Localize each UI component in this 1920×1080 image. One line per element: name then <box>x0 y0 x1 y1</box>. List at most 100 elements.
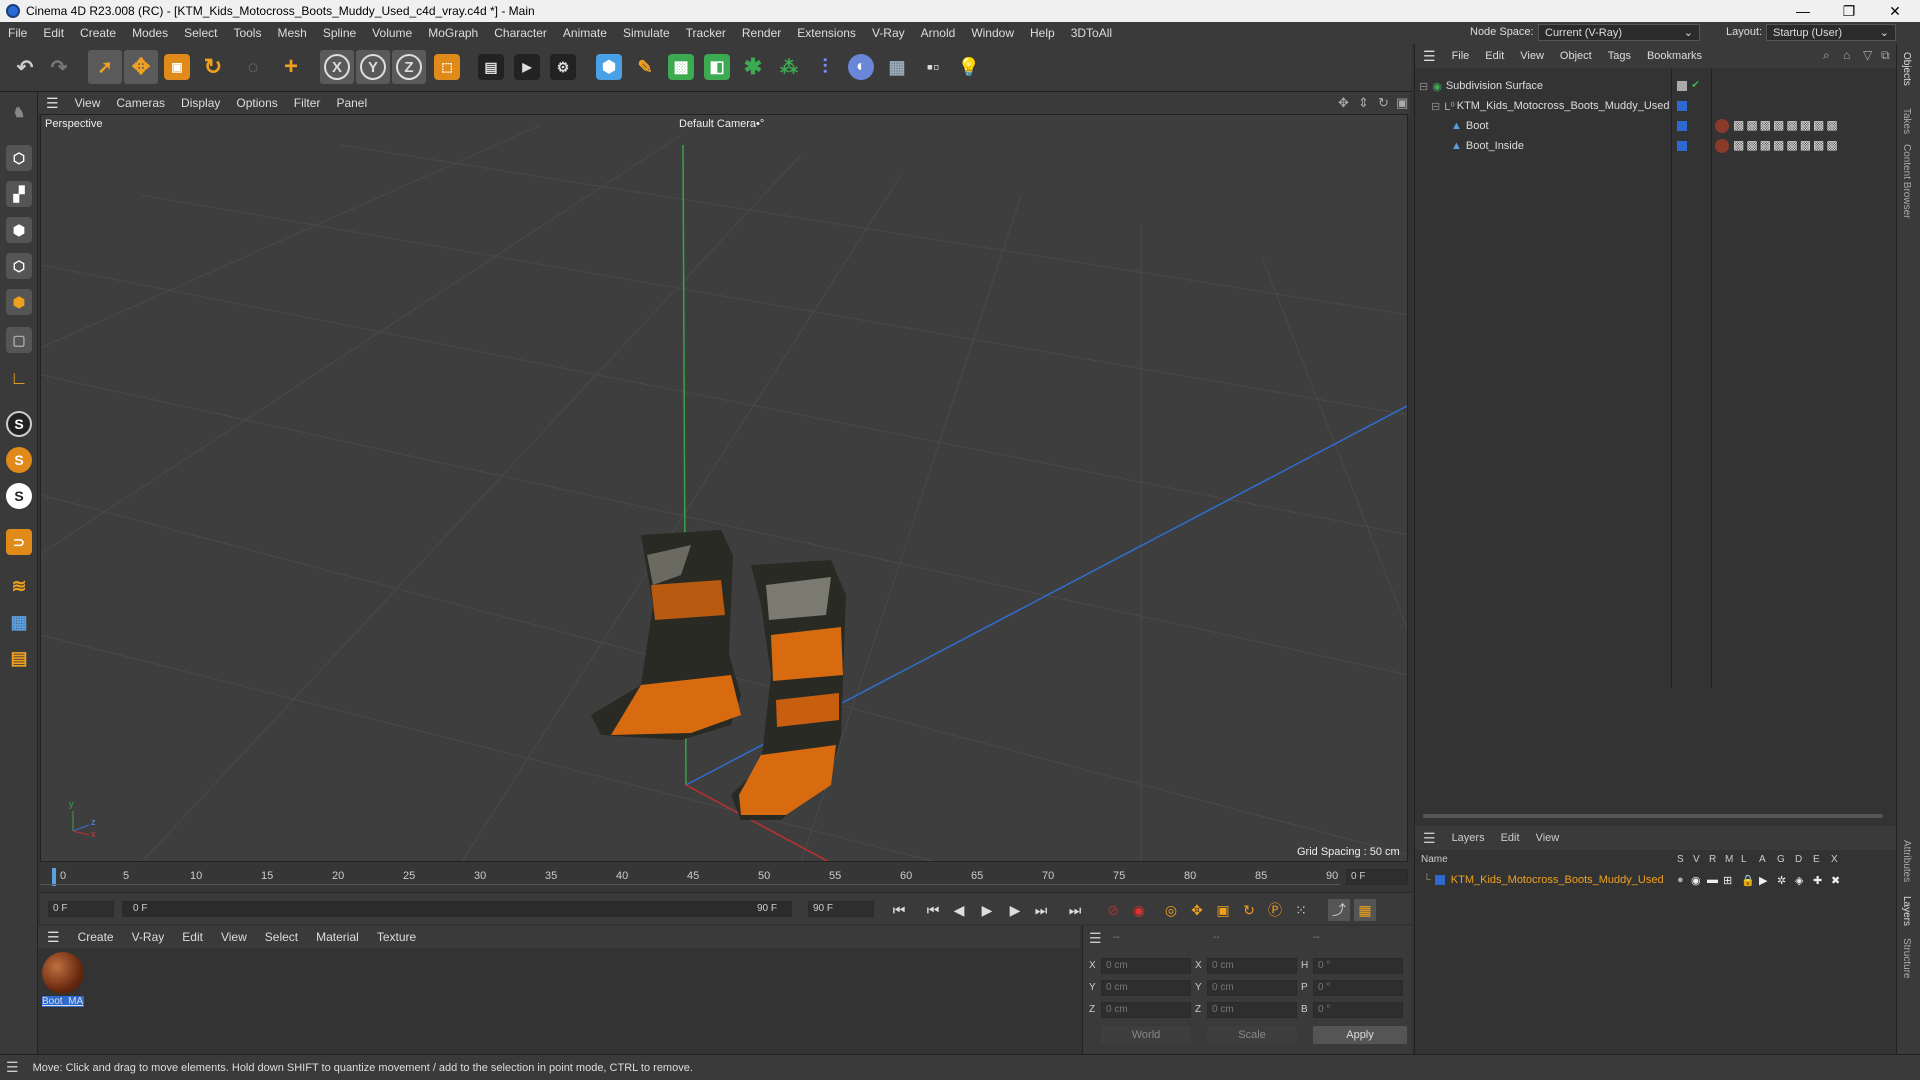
menu-tracker[interactable]: Tracker <box>678 26 734 40</box>
end-frame-field[interactable]: 90 F <box>808 901 874 917</box>
key-parameter-button[interactable]: Ⓟ <box>1264 899 1286 921</box>
render-picture-viewer-button[interactable]: ▶ <box>510 50 544 84</box>
tab-objects[interactable]: Objects <box>1901 52 1912 86</box>
menu-spline[interactable]: Spline <box>315 26 364 40</box>
tab-attributes[interactable]: Attributes <box>1901 840 1912 882</box>
autokey-button[interactable]: ◉ <box>1128 899 1150 921</box>
menu-mograph[interactable]: MoGraph <box>420 26 486 40</box>
viewport-menu-display[interactable]: Display <box>173 96 228 110</box>
scale-tool-button[interactable]: ▣ <box>160 50 194 84</box>
hamburger-icon[interactable]: ☰ <box>38 95 67 112</box>
rot-h-field[interactable]: 0 ° <box>1313 958 1403 974</box>
redo-button[interactable]: ↷ <box>42 50 76 84</box>
undo-button[interactable]: ↶ <box>8 50 42 84</box>
menu-file[interactable]: File <box>0 26 35 40</box>
prev-frame-button[interactable]: ◀ <box>948 899 970 921</box>
xrefs-icon[interactable]: ✖ <box>1831 874 1840 887</box>
hamburger-icon[interactable]: ☰ <box>1415 48 1444 65</box>
viewport-menu-panel[interactable]: Panel <box>328 96 375 110</box>
menu-help[interactable]: Help <box>1022 26 1063 40</box>
snap-mode-button[interactable]: S <box>3 480 35 512</box>
start-frame-field[interactable]: 0 F <box>48 901 114 917</box>
collapse-icon[interactable]: ⊟ <box>1419 80 1428 93</box>
pos-x-field[interactable]: 0 cm <box>1101 958 1191 974</box>
horizontal-scrollbar[interactable] <box>1423 814 1883 818</box>
menu-volume[interactable]: Volume <box>364 26 420 40</box>
home-icon[interactable]: ⌂ <box>1843 48 1850 62</box>
menu-modes[interactable]: Modes <box>124 26 176 40</box>
menu-render[interactable]: Render <box>734 26 789 40</box>
paint-grid-button[interactable]: ▤ <box>3 642 35 674</box>
material-menu-vray[interactable]: V-Ray <box>123 930 174 944</box>
tab-content-browser[interactable]: Content Browser <box>1901 144 1912 218</box>
coordinate-system-dropdown[interactable]: World <box>1101 1026 1191 1044</box>
layer-color-icon[interactable] <box>1434 875 1445 885</box>
object-row-boot-inside[interactable]: ▲ Boot_Inside ▩▩▩▩▩▩▩▩ <box>1415 136 1897 156</box>
material-menu-create[interactable]: Create <box>69 930 123 944</box>
frame-range-slider[interactable]: 0 F 90 F <box>122 901 792 917</box>
hamburger-icon[interactable]: ☰ <box>6 1059 19 1076</box>
camera-button[interactable]: ▪▫ <box>916 50 950 84</box>
edge-mode-button[interactable]: ⬡ <box>3 250 35 282</box>
motion-system-button[interactable]: ⤴ <box>1328 899 1350 921</box>
viewport-maximize-icon[interactable]: ▣ <box>1396 95 1408 111</box>
menu-mesh[interactable]: Mesh <box>269 26 314 40</box>
menu-select[interactable]: Select <box>176 26 225 40</box>
viewport-zoom-icon[interactable]: ⇕ <box>1358 95 1369 111</box>
enabled-check-icon[interactable]: ✔ <box>1691 78 1700 91</box>
render-icon[interactable]: ▬ <box>1707 874 1718 886</box>
layout-dropdown[interactable]: Startup (User) ⌄ <box>1766 24 1896 41</box>
new-window-icon[interactable]: ⧉ <box>1881 48 1890 63</box>
pos-z-field[interactable]: 0 cm <box>1101 1002 1191 1018</box>
uv-mode-button[interactable]: ▢ <box>3 324 35 356</box>
next-frame-button[interactable]: ▶ <box>1004 899 1026 921</box>
transform-tool-button[interactable]: + <box>274 50 308 84</box>
go-to-end-button[interactable]: ⏭ <box>1064 899 1086 921</box>
filter-icon[interactable]: ▽ <box>1863 48 1872 62</box>
material-menu-edit[interactable]: Edit <box>173 930 212 944</box>
next-key-button[interactable]: ⏭ <box>1030 899 1052 921</box>
size-z-field[interactable]: 0 cm <box>1207 1002 1297 1018</box>
z-axis-lock-button[interactable]: Z <box>392 50 426 84</box>
camera-label[interactable]: Default Camera•° <box>679 118 764 130</box>
texture-tags-icon[interactable]: ▩▩▩▩▩▩▩▩ <box>1733 138 1840 152</box>
generators-icon[interactable]: ✲ <box>1777 874 1786 887</box>
viewport-menu-filter[interactable]: Filter <box>286 96 329 110</box>
polygon-mode-button[interactable]: ⬢ <box>3 286 35 318</box>
material-menu-view[interactable]: View <box>212 930 256 944</box>
rot-p-field[interactable]: 0 ° <box>1313 980 1403 996</box>
keyframe-selection-button[interactable]: ◎ <box>1160 899 1182 921</box>
model-mode-button[interactable]: ⬡ <box>3 142 35 174</box>
x-axis-lock-button[interactable]: X <box>320 50 354 84</box>
subdivision-surface-button[interactable]: ▩ <box>664 50 698 84</box>
layer-color-icon[interactable] <box>1677 121 1687 131</box>
menu-tools[interactable]: Tools <box>225 26 269 40</box>
key-position-button[interactable]: ✥ <box>1186 899 1208 921</box>
collapse-icon[interactable]: ⊟ <box>1431 100 1440 113</box>
material-menu-material[interactable]: Material <box>307 930 368 944</box>
layer-grid-button[interactable]: ≋ <box>3 570 35 602</box>
pos-y-field[interactable]: 0 cm <box>1101 980 1191 996</box>
hamburger-icon[interactable]: ☰ <box>1415 830 1444 847</box>
size-x-field[interactable]: 0 cm <box>1207 958 1297 974</box>
timeline-ruler[interactable]: 0 5 10 15 20 25 30 35 40 45 50 55 60 65 … <box>40 862 1412 892</box>
magnet-button[interactable]: ⊃ <box>3 526 35 558</box>
viewport-menu-cameras[interactable]: Cameras <box>108 96 173 110</box>
texture-tags-icon[interactable]: ▩▩▩▩▩▩▩▩ <box>1733 118 1840 132</box>
texture-mode-button[interactable]: ▞ <box>3 178 35 210</box>
layer-menu-view[interactable]: View <box>1528 832 1568 844</box>
material-menu-texture[interactable]: Texture <box>368 930 425 944</box>
cloner-button[interactable]: ⁂ <box>772 50 806 84</box>
visible-eye-icon[interactable]: ◉ <box>1691 874 1701 887</box>
maximize-button[interactable]: ❐ <box>1826 0 1872 22</box>
material-swatch[interactable]: Boot_MA <box>42 952 84 1010</box>
viewport-menu-view[interactable]: View <box>67 96 109 110</box>
menu-extensions[interactable]: Extensions <box>789 26 864 40</box>
menu-window[interactable]: Window <box>963 26 1022 40</box>
menu-3dtoall[interactable]: 3DToAll <box>1063 26 1120 40</box>
perspective-viewport[interactable]: Perspective Default Camera•° Grid Spacin… <box>40 114 1408 862</box>
object-row-boot[interactable]: ▲ Boot ▩▩▩▩▩▩▩▩ <box>1415 116 1897 136</box>
play-button[interactable]: ▶ <box>976 899 998 921</box>
layer-color-icon[interactable] <box>1677 101 1687 111</box>
coordinate-system-button[interactable]: ⬚ <box>430 50 464 84</box>
